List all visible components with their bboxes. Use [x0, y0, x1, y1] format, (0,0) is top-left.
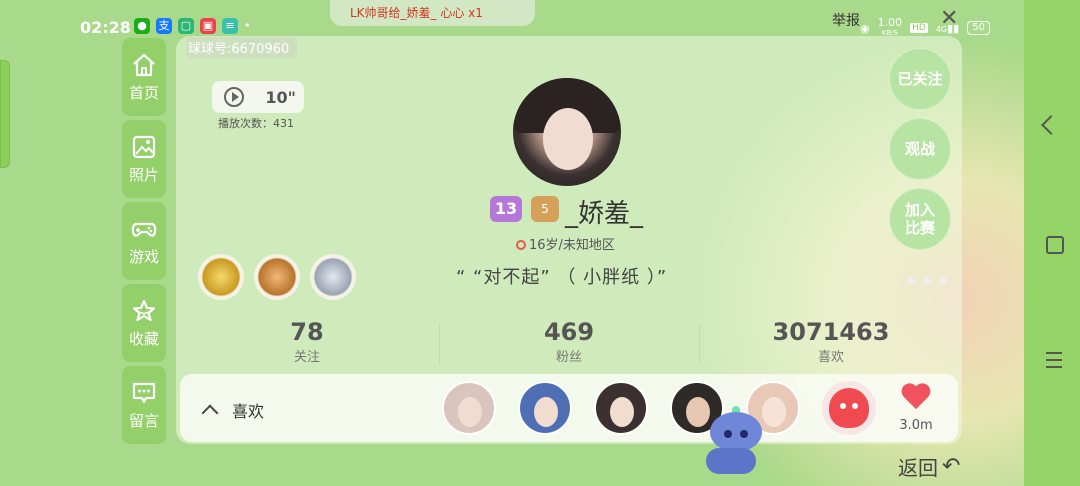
sidebar-item-favorites[interactable]: 收藏 — [122, 284, 166, 362]
followers-stat[interactable]: 469 粉丝 — [438, 318, 700, 370]
gift-notification[interactable]: LK帅哥给_娇羞_ 心心 x1 — [330, 0, 535, 26]
search-icon — [516, 240, 526, 250]
sidebar-item-games[interactable]: 游戏 — [122, 202, 166, 280]
watch-button[interactable]: 观战 — [889, 118, 951, 180]
level-badge: 13 — [490, 196, 522, 222]
app-icon: ▢ — [178, 18, 194, 34]
silver-medal-icon[interactable] — [310, 254, 356, 300]
voice-intro-button[interactable]: 10" — [212, 81, 304, 113]
photo-icon — [132, 135, 156, 158]
bronze-medal-icon[interactable] — [254, 254, 300, 300]
qiuqiu-id: 球球号:6670960 — [186, 37, 298, 58]
location-icon: ◉ — [860, 21, 870, 35]
app-icon: ▣ — [200, 18, 216, 34]
system-status: ◉ 1.00 KB/S HD 4G▮▮ 50 — [860, 16, 990, 38]
more-options-button[interactable]: ••• — [904, 270, 952, 295]
age-location: 16岁/未知地区 — [516, 234, 615, 253]
like-count: 3.0m — [899, 418, 933, 433]
sidebar-item-label: 首页 — [128, 83, 159, 102]
sidebar-item-label: 游戏 — [128, 247, 159, 266]
sidebar-item-label: 留言 — [128, 411, 159, 430]
likes-toggle[interactable]: 喜欢 — [201, 398, 264, 422]
battery-icon: 50 — [967, 21, 990, 35]
nav-home-icon[interactable] — [1046, 236, 1064, 254]
liker-avatar[interactable] — [442, 381, 496, 435]
divider — [699, 323, 700, 365]
app-icon: ≡ — [222, 18, 238, 34]
signature: “ “对不起” （ 小胖纸 ）” — [456, 267, 668, 288]
notification-icons: ● 支 ▢ ▣ ≡ • — [134, 18, 251, 34]
pet-avatar[interactable] — [822, 381, 876, 435]
following-stat[interactable]: 78 关注 — [176, 318, 438, 370]
sidebar-item-label: 照片 — [128, 165, 159, 184]
back-button[interactable]: 返回 ↶ — [898, 452, 960, 481]
star-icon — [132, 299, 156, 321]
pet-icon — [829, 388, 869, 428]
sidebar-item-photos[interactable]: 照片 — [122, 120, 166, 198]
follow-button[interactable]: 已关注 — [889, 48, 951, 110]
robot-dog-decoration — [696, 406, 772, 486]
play-count: 播放次数：431 — [218, 117, 294, 130]
sidebar-item-home[interactable]: 首页 — [122, 38, 166, 116]
sidebar-item-messages[interactable]: 留言 — [122, 366, 166, 444]
message-icon — [132, 382, 156, 403]
liker-avatar[interactable] — [594, 381, 648, 435]
gold-medal-icon[interactable] — [198, 254, 244, 300]
clock: 02:28 — [80, 18, 131, 37]
liker-avatar[interactable] — [518, 381, 572, 435]
stats-row: 78 关注 469 粉丝 3071463 喜欢 — [176, 318, 962, 370]
gamepad-icon — [131, 222, 157, 237]
rank-badge: 5 — [531, 196, 559, 222]
wechat-icon: ● — [134, 18, 150, 34]
dot-icon: • — [244, 19, 251, 32]
username: _娇羞_ — [565, 199, 644, 229]
avatar[interactable] — [513, 78, 621, 186]
net-speed: 1.00 KB/S — [877, 16, 903, 37]
alipay-icon: 支 — [156, 18, 172, 34]
sidebar-item-label: 收藏 — [128, 329, 159, 348]
nav-menu-icon[interactable] — [1046, 352, 1062, 373]
likes-stat[interactable]: 3071463 喜欢 — [700, 318, 962, 370]
report-button[interactable]: 举报 — [832, 10, 860, 30]
like-button[interactable]: 3.0m — [898, 384, 934, 433]
hd-icon: HD — [910, 23, 928, 33]
heart-icon — [901, 384, 931, 412]
close-icon[interactable]: ✕ — [940, 6, 958, 31]
voice-length: 10" — [265, 87, 296, 107]
join-match-button[interactable]: 加入 比赛 — [889, 188, 951, 250]
medal-list — [198, 254, 356, 300]
divider — [439, 323, 440, 365]
side-navigation: 首页 照片 游戏 收藏 留言 — [122, 38, 166, 448]
home-icon — [133, 53, 155, 76]
edge-drawer-tab[interactable] — [0, 60, 10, 168]
back-arrow-icon: ↶ — [942, 454, 961, 479]
chevron-up-icon — [201, 404, 219, 421]
play-icon — [224, 87, 244, 107]
